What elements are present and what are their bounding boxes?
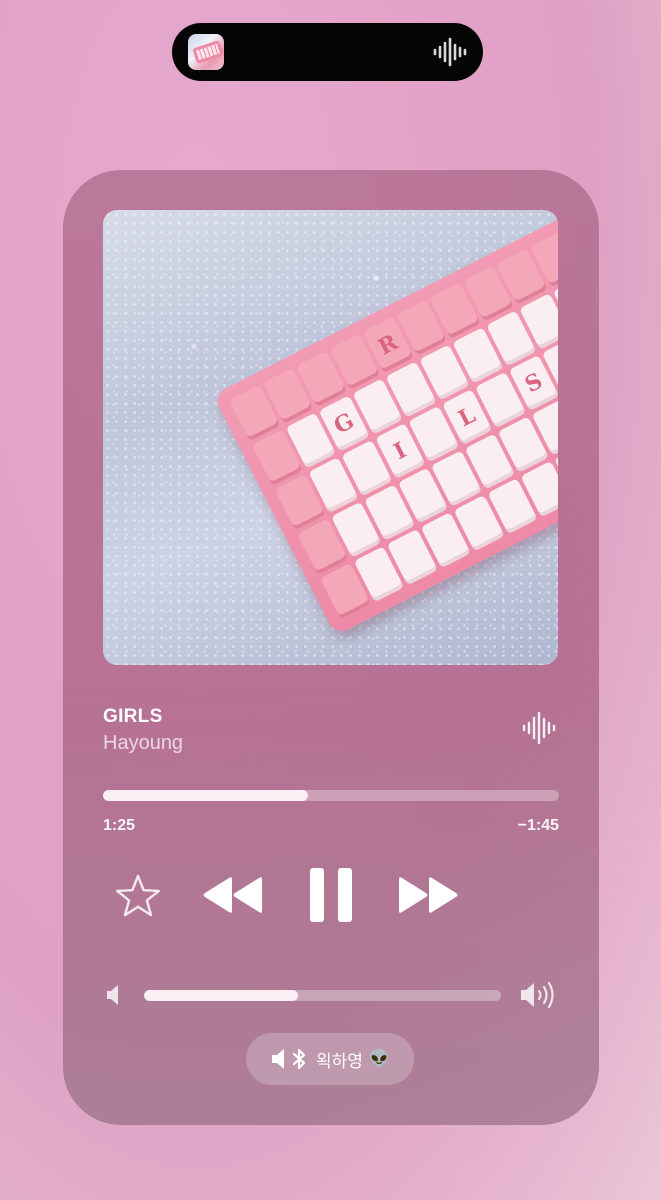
island-album-thumbnail <box>188 34 224 70</box>
volume-slider[interactable] <box>144 990 501 1001</box>
track-artist[interactable]: Hayoung <box>103 732 183 755</box>
volume-high-icon <box>521 981 554 1009</box>
elapsed-time: 1:25 <box>103 817 136 834</box>
waveform-icon <box>433 37 467 67</box>
volume-low-icon <box>107 985 118 1005</box>
now-playing-card: RGILS GIRLS Hayoung 1:25 −1:45 왹하영 👽 <box>63 170 599 1125</box>
waveform-icon[interactable] <box>521 710 557 746</box>
pause-icon[interactable] <box>308 866 354 924</box>
playback-scrubber[interactable] <box>103 790 559 801</box>
playback-progress-fill <box>103 790 309 801</box>
fast-forward-icon[interactable] <box>396 875 460 915</box>
audio-output-button[interactable]: 왹하영 👽 <box>246 1033 414 1085</box>
track-title: GIRLS <box>103 706 163 727</box>
alien-emoji: 👽 <box>368 1049 391 1069</box>
volume-level-fill <box>144 990 298 1001</box>
album-artwork: RGILS <box>103 210 558 665</box>
remaining-time: −1:45 <box>517 817 559 834</box>
star-icon[interactable] <box>115 873 161 919</box>
output-device-name: 왹하영 <box>315 1051 363 1072</box>
dynamic-island[interactable] <box>172 23 483 81</box>
rewind-icon[interactable] <box>201 875 265 915</box>
speaker-bluetooth-icon <box>271 1048 306 1070</box>
